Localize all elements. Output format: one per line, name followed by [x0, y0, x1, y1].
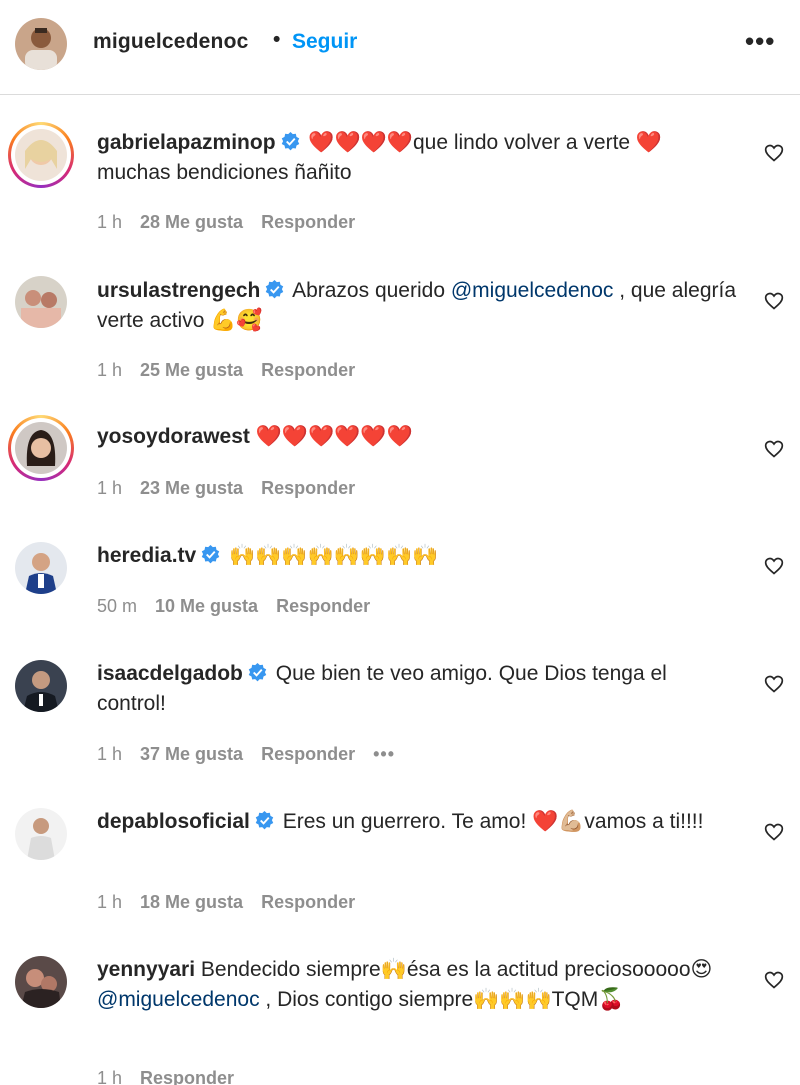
comment-emoji: ❤️❤️❤️❤️ — [308, 131, 413, 154]
follow-button[interactable]: Seguir — [292, 30, 357, 54]
verified-badge-icon — [255, 811, 274, 830]
comment-username[interactable]: yennyyari — [97, 958, 195, 981]
mention-link[interactable]: @miguelcedenoc — [97, 988, 260, 1011]
comment-time[interactable]: 1 h — [97, 892, 122, 912]
comment-meta: 1 h 23 Me gusta Responder — [97, 478, 373, 499]
comment-time[interactable]: 1 h — [97, 478, 122, 498]
like-heart-icon[interactable] — [764, 674, 784, 694]
comment-username[interactable]: isaacdelgadob — [97, 662, 243, 685]
comment-meta: 50 m 10 Me gusta Responder — [97, 596, 388, 617]
post-header: miguelcedenoc • Seguir ••• — [0, 0, 800, 95]
comment-likes[interactable]: 25 Me gusta — [140, 360, 243, 380]
verified-badge-icon — [248, 663, 267, 682]
comment-more-icon[interactable]: ••• — [373, 744, 395, 764]
comment-meta: 1 h 25 Me gusta Responder — [97, 360, 373, 381]
reply-button[interactable]: Responder — [140, 1068, 234, 1085]
comment-likes[interactable]: 37 Me gusta — [140, 744, 243, 764]
like-heart-icon[interactable] — [764, 439, 784, 459]
comment-meta: 1 h 28 Me gusta Responder — [97, 212, 373, 233]
verified-badge-icon — [281, 132, 299, 151]
avatar — [15, 422, 67, 474]
comment-time[interactable]: 1 h — [97, 212, 122, 232]
comment-username[interactable]: depablosoficial — [97, 810, 250, 833]
story-ring[interactable] — [8, 415, 74, 481]
like-heart-icon[interactable] — [764, 556, 784, 576]
comment-text: yennyyari Bendecido siempre🙌ésa es la ac… — [97, 958, 713, 1011]
comment-likes[interactable]: 23 Me gusta — [140, 478, 243, 498]
comment-text: depablosoficial Eres un guerrero. Te amo… — [97, 810, 704, 833]
post-author-username[interactable]: miguelcedenoc — [93, 30, 248, 54]
mention-link[interactable]: @miguelcedenoc — [451, 279, 614, 302]
avatar — [15, 129, 67, 181]
comment-text: heredia.tv 🙌🙌🙌🙌🙌🙌🙌🙌 — [97, 541, 737, 571]
like-heart-icon[interactable] — [764, 143, 784, 163]
comment-text: ursulastrengech Abrazos querido @miguelc… — [97, 279, 737, 332]
avatar[interactable] — [15, 660, 67, 712]
comment-username[interactable]: heredia.tv — [97, 544, 196, 567]
avatar[interactable] — [15, 542, 67, 594]
verified-badge-icon — [201, 545, 220, 564]
comment-text: yosoydorawest ❤️❤️❤️❤️❤️❤️ — [97, 422, 737, 452]
like-heart-icon[interactable] — [764, 822, 784, 842]
comment-emoji: 🙌🙌🙌🙌🙌🙌🙌🙌 — [229, 544, 439, 567]
verified-badge-icon — [266, 280, 284, 299]
reply-button[interactable]: Responder — [261, 360, 355, 380]
comment-text: gabrielapazminop ❤️❤️❤️❤️que lindo volve… — [97, 131, 663, 184]
comment-text: isaacdelgadob Que bien te veo amigo. Que… — [97, 662, 667, 715]
avatar[interactable] — [15, 808, 67, 860]
reply-button[interactable]: Responder — [276, 596, 370, 616]
like-heart-icon[interactable] — [764, 291, 784, 311]
comment-username[interactable]: yosoydorawest — [97, 425, 250, 448]
avatar[interactable] — [15, 18, 67, 70]
reply-button[interactable]: Responder — [261, 212, 355, 232]
avatar[interactable] — [15, 956, 67, 1008]
comment-likes[interactable]: 28 Me gusta — [140, 212, 243, 232]
comment-likes[interactable]: 10 Me gusta — [155, 596, 258, 616]
comment-username[interactable]: ursulastrengech — [97, 279, 260, 302]
reply-button[interactable]: Responder — [261, 744, 355, 764]
comment-time[interactable]: 1 h — [97, 360, 122, 380]
separator-dot: • — [273, 28, 281, 51]
comment-meta: 1 h 37 Me gusta Responder ••• — [97, 744, 413, 765]
avatar[interactable] — [15, 276, 67, 328]
comment-emoji: ❤️❤️❤️❤️❤️❤️ — [255, 425, 413, 448]
comment-likes[interactable]: 18 Me gusta — [140, 892, 243, 912]
like-heart-icon[interactable] — [764, 970, 784, 990]
comment-meta: 1 h 18 Me gusta Responder — [97, 892, 373, 913]
more-options-icon[interactable]: ••• — [745, 26, 775, 57]
comment-time[interactable]: 1 h — [97, 1068, 122, 1085]
story-ring[interactable] — [8, 122, 74, 188]
reply-button[interactable]: Responder — [261, 892, 355, 912]
reply-button[interactable]: Responder — [261, 478, 355, 498]
comment-time[interactable]: 50 m — [97, 596, 137, 616]
comment-time[interactable]: 1 h — [97, 744, 122, 764]
comment-meta: 1 h Responder — [97, 1068, 252, 1085]
comment-username[interactable]: gabrielapazminop — [97, 131, 276, 154]
